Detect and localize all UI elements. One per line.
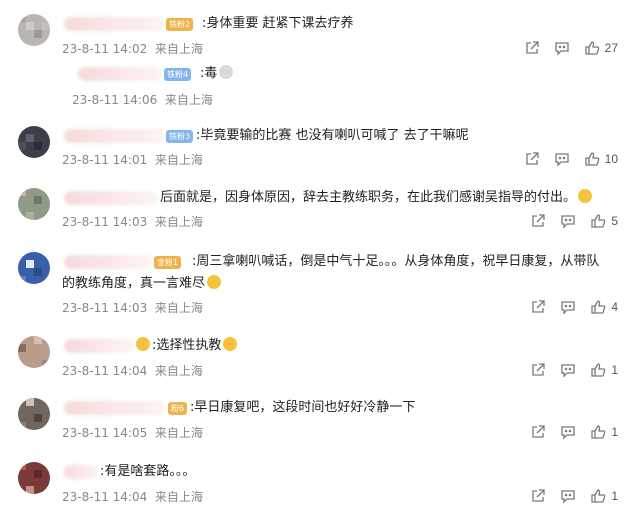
comment-actions: 1	[516, 488, 618, 504]
username[interactable]	[64, 339, 134, 353]
comment-icon[interactable]	[560, 362, 576, 378]
comment-actions: 27	[510, 40, 618, 56]
comment-icon[interactable]	[560, 299, 576, 315]
share-icon[interactable]	[530, 299, 546, 315]
comment-text: :周三拿喇叭喊话，倒是中气十足。。。从身体角度，祝早日康复，从带队	[192, 254, 600, 269]
comment-icon[interactable]	[560, 424, 576, 440]
comment-actions: 10	[510, 151, 618, 167]
comment-text: :毕竟要输的比赛 也没有喇叭可喊了 去了干嘛呢	[196, 128, 469, 143]
comment-time: 23-8-11 14:05 来自上海	[62, 426, 203, 440]
comment-text: :有是啥套路。。。	[100, 464, 196, 479]
share-icon[interactable]	[524, 151, 540, 167]
comment-location: 来自上海	[154, 364, 203, 378]
like-button[interactable]: 5	[590, 213, 618, 229]
comment-actions: 1	[516, 424, 618, 440]
username[interactable]	[64, 465, 98, 479]
comment-item: 后面就是，因身体原因，辞去主教练职务，在此我们感谢吴指导的付出。 23-8-11…	[0, 178, 640, 238]
thumbs-up-icon	[584, 151, 600, 167]
comment-icon[interactable]	[560, 213, 576, 229]
emoji-icon	[223, 337, 238, 351]
username[interactable]	[64, 17, 164, 31]
like-button[interactable]: 27	[584, 40, 618, 56]
avatar[interactable]	[18, 336, 50, 368]
like-count: 1	[611, 363, 618, 377]
like-count: 1	[611, 425, 618, 439]
like-button[interactable]: 10	[584, 151, 618, 167]
comment-location: 来自上海	[154, 42, 203, 56]
comment-icon[interactable]	[554, 151, 570, 167]
emoji-icon	[578, 189, 593, 203]
share-icon[interactable]	[530, 424, 546, 440]
comment-time: 23-8-11 14:04 来自上海	[62, 490, 203, 504]
like-count: 5	[611, 214, 618, 228]
avatar[interactable]	[18, 398, 50, 430]
avatar[interactable]	[18, 126, 50, 158]
fan-badge: 铁粉3	[166, 130, 194, 143]
comment-actions: 4	[516, 299, 618, 315]
username[interactable]	[64, 255, 152, 269]
share-icon[interactable]	[524, 40, 540, 56]
skull-emoji-icon	[219, 65, 234, 79]
thumbs-up-icon	[590, 424, 606, 440]
username[interactable]	[64, 191, 158, 205]
comment-item: 铁粉2 :身体重要 赶紧下课去疗养 23-8-11 14:02 来自上海 27 …	[0, 0, 640, 115]
reply-time: 23-8-11 14:06 来自上海	[72, 93, 213, 107]
comment-actions: 1	[516, 362, 618, 378]
like-button[interactable]: 1	[590, 424, 618, 440]
fan-badge: 铁粉2	[166, 18, 194, 31]
share-icon[interactable]	[530, 488, 546, 504]
fan-badge: 金粉1	[154, 256, 182, 269]
avatar[interactable]	[18, 188, 50, 220]
comment-time: 23-8-11 14:03 来自上海	[62, 301, 203, 315]
comment-text: 后面就是，因身体原因，辞去主教练职务，在此我们感谢吴指导的付出。	[160, 188, 593, 208]
like-button[interactable]: 1	[590, 488, 618, 504]
like-button[interactable]: 1	[590, 362, 618, 378]
comment-item: 金粉1 :周三拿喇叭喊话，倒是中气十足。。。从身体角度，祝早日康复，从带队 的教…	[0, 240, 640, 320]
reply-username[interactable]	[78, 67, 162, 81]
comment-icon[interactable]	[560, 488, 576, 504]
comment-item: :有是啥套路。。。 23-8-11 14:04 来自上海 1	[0, 452, 640, 512]
comment-item: :选择性执教 23-8-11 14:04 来自上海 1	[0, 326, 640, 384]
comment-item: 铁粉3 :毕竟要输的比赛 也没有喇叭可喊了 去了干嘛呢 23-8-11 14:0…	[0, 118, 640, 178]
comment-text: :身体重要 赶紧下课去疗养	[202, 16, 354, 31]
like-count: 27	[604, 41, 618, 55]
reply-text: :毒	[200, 64, 234, 84]
avatar[interactable]	[18, 252, 50, 284]
emoji-icon	[136, 337, 150, 351]
comment-time: 23-8-11 14:03 来自上海	[62, 215, 203, 229]
comment-text: :选择性执教	[136, 336, 238, 356]
comment-location: 来自上海	[154, 215, 203, 229]
comment-location: 来自上海	[154, 153, 203, 167]
thumbs-up-icon	[584, 40, 600, 56]
comment-time: 23-8-11 14:02 来自上海	[62, 42, 203, 56]
share-icon[interactable]	[530, 213, 546, 229]
comment-location: 来自上海	[154, 426, 203, 440]
thumbs-up-icon	[590, 488, 606, 504]
comment-time: 23-8-11 14:04 来自上海	[62, 364, 203, 378]
reply-location: 来自上海	[164, 93, 213, 107]
avatar[interactable]	[18, 14, 50, 46]
fan-badge: 铁粉4	[164, 68, 192, 81]
like-count: 4	[611, 300, 618, 314]
comment-location: 来自上海	[154, 490, 203, 504]
avatar[interactable]	[18, 462, 50, 494]
thumbs-up-icon	[590, 213, 606, 229]
comment-time: 23-8-11 14:01 来自上海	[62, 153, 203, 167]
username[interactable]	[64, 129, 164, 143]
username[interactable]	[64, 401, 166, 415]
thumbs-up-icon	[590, 299, 606, 315]
emoji-icon	[207, 275, 222, 289]
thumbs-up-icon	[590, 362, 606, 378]
fan-badge: 粉6	[168, 402, 188, 415]
like-button[interactable]: 4	[590, 299, 618, 315]
share-icon[interactable]	[530, 362, 546, 378]
comment-location: 来自上海	[154, 301, 203, 315]
like-count: 10	[604, 152, 618, 166]
comment-icon[interactable]	[554, 40, 570, 56]
comment-actions: 5	[516, 213, 618, 229]
like-count: 1	[611, 489, 618, 503]
comment-item: 粉6 :早日康复吧，这段时间也好好冷静一下 23-8-11 14:05 来自上海…	[0, 388, 640, 446]
comment-text-line2: 的教练角度，真一言难尽	[62, 274, 222, 294]
comment-text: :早日康复吧，这段时间也好好冷静一下	[190, 400, 416, 415]
